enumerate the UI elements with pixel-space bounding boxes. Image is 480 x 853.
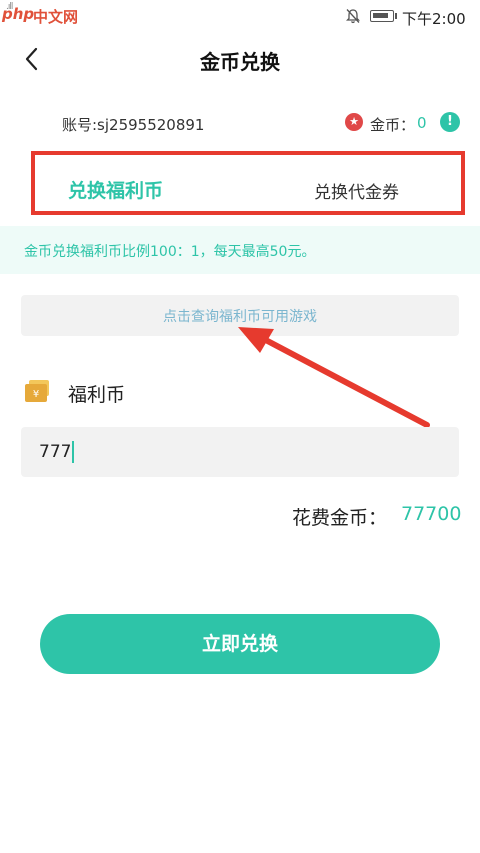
bell-off-icon (346, 9, 360, 24)
amount-input[interactable]: 777 (21, 427, 459, 477)
svg-text:¥: ¥ (33, 389, 39, 400)
cost-label: 花费金币： (292, 507, 388, 529)
page-title: 金币兑换 (200, 50, 280, 74)
battery-icon (370, 10, 394, 22)
annotation-arrow (238, 327, 430, 428)
watermark-text: 中文网 (33, 8, 79, 26)
exchange-now-button[interactable]: 立即兑换 (40, 614, 440, 674)
text-caret (72, 441, 75, 463)
coin-balance: 0 (417, 114, 427, 132)
battery-tip (395, 13, 397, 19)
notice-text: 金币兑换福利币比例100：1，每天最高50元。 (24, 244, 316, 260)
tab-exchange-welfare-coin[interactable]: 兑换福利币 (68, 176, 163, 203)
cost-value: 77700 (401, 503, 462, 525)
welfare-coin-icon: ¥ (25, 380, 49, 402)
info-icon[interactable]: ! (440, 112, 460, 132)
coin-star-icon: ★ (345, 113, 363, 131)
currency-label: 福利币 (68, 384, 126, 406)
status-time: 下午2:00 (402, 10, 466, 28)
tab-exchange-voucher[interactable]: 兑换代金券 (314, 178, 399, 203)
amount-input-value: 777 (39, 442, 72, 462)
coin-label: 金币： (370, 116, 416, 134)
query-games-label: 点击查询福利币可用游戏 (163, 309, 317, 325)
watermark-logo: php (2, 5, 35, 23)
account-id: 账号:sj2595520891 (62, 116, 205, 134)
